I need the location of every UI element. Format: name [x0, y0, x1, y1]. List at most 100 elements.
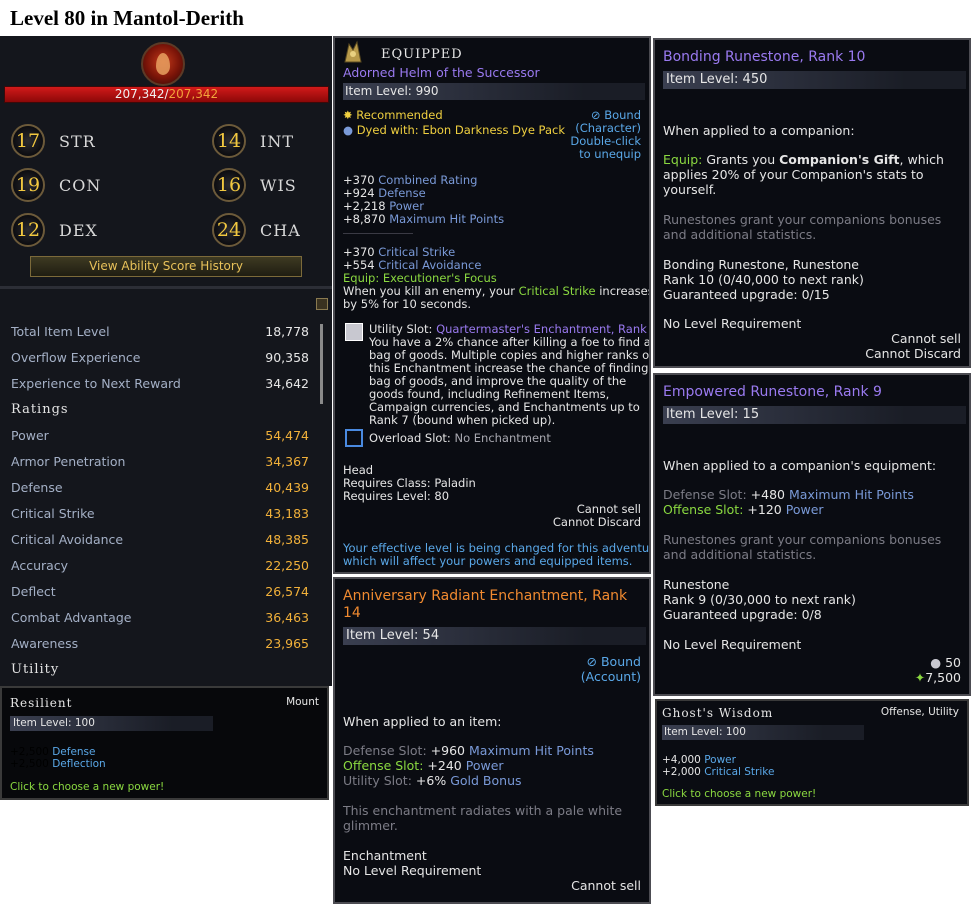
stat-row: Combat Advantage 36,463 — [11, 610, 309, 636]
level-requirement: No Level Requirement — [663, 316, 802, 331]
stats-list: Total Item Level 18,778 Overflow Experien… — [11, 324, 309, 686]
utility-enchant-icon — [345, 323, 363, 341]
stat-value: 90,358 — [265, 350, 309, 365]
stat-label: Total Item Level — [11, 324, 110, 339]
view-ability-history-button[interactable]: View Ability Score History — [30, 256, 302, 277]
ghosts-wisdom-tooltip: Ghost's Wisdom Offense, Utility Item Lev… — [655, 699, 969, 806]
applied-heading: When applied to an item: — [343, 714, 502, 729]
ability-name: CHA — [260, 221, 301, 240]
silver-coin-icon: ● — [930, 655, 942, 670]
stats-scrollbar[interactable] — [316, 298, 328, 408]
stat-value: 23,965 — [265, 636, 309, 651]
enchantment-tooltip: Anniversary Radiant Enchantment, Rank 14… — [333, 577, 651, 904]
utility-desc-line: bag of goods, and improve the quality of… — [369, 374, 627, 388]
star-icon: ✸ — [343, 108, 353, 122]
divider — [343, 233, 413, 234]
page-title: Level 80 in Mantol-Derith — [10, 6, 244, 30]
bound-type: (Account) — [580, 669, 641, 684]
item-name: Bonding Runestone, Rank 10 — [663, 49, 866, 65]
utility-heading: Utility — [11, 662, 60, 677]
ability-score: 16 — [212, 168, 246, 202]
rank-progress: Rank 10 (0/40,000 to next rank) — [663, 272, 864, 287]
item-level-bar: Item Level: 15 — [663, 406, 966, 424]
item-level-bar: Item Level: 450 — [663, 71, 966, 89]
choose-power-link[interactable]: Click to choose a new power! — [10, 781, 164, 793]
stat-value: 18,778 — [265, 324, 309, 339]
utility-desc-line: Campaign currencies, and Enchantments up… — [369, 400, 640, 414]
stat-line: +370 Combined Rating — [343, 173, 478, 187]
item-level-bar: Item Level: 990 — [343, 83, 645, 100]
stat-row: Power 54,474 — [11, 428, 309, 454]
silver-price: ● 50 — [930, 655, 961, 670]
cannot-discard: Cannot Discard — [552, 515, 641, 529]
ability-name: WIS — [260, 176, 297, 195]
resilient-power-tooltip: Resilient Mount Item Level: 100 +2,500 D… — [0, 686, 329, 800]
unequip-hint: Double-click — [570, 134, 641, 148]
stat-row: Defense 40,439 — [11, 480, 309, 506]
stat-value: 40,439 — [265, 480, 309, 495]
bound-icon: ⊘ — [586, 654, 597, 669]
equip-power: Equip: Executioner's Focus — [343, 271, 497, 285]
stat-value: 54,474 — [265, 428, 309, 443]
item-name: Adorned Helm of the Successor — [343, 65, 540, 80]
item-slot: Head — [343, 463, 374, 477]
recommended-line: ✸ Recommended — [343, 108, 443, 122]
helm-item-icon — [339, 40, 369, 64]
stat-label: Experience to Next Reward — [11, 376, 181, 391]
class-emblem-icon — [141, 42, 185, 86]
ability-score: 19 — [11, 168, 45, 202]
power-name: Resilient — [10, 696, 73, 710]
stat-row: Awareness 23,965 — [11, 636, 309, 662]
power-type: Offense, Utility — [880, 706, 959, 718]
stat-row: Overflow Experience 90,358 — [11, 350, 309, 376]
utility-slot: Utility Slot: Quartermaster's Enchantmen… — [369, 322, 651, 336]
rank-progress: Rank 9 (0/30,000 to next rank) — [663, 592, 856, 607]
stat-row: Experience to Next Reward 34,642 — [11, 376, 309, 402]
ability-name: STR — [59, 132, 96, 151]
flavor-text: glimmer. — [343, 818, 398, 833]
stat-label: Deflect — [11, 584, 56, 599]
bound-status: ⊘ Bound — [590, 108, 641, 122]
equip-description: When you kill an enemy, your Critical St… — [343, 284, 651, 298]
flavor-text: This enchantment radiates with a pale wh… — [343, 803, 623, 818]
hp-max: 207,342 — [168, 87, 219, 101]
equip-line: Equip: Grants you Companion's Gift, whic… — [663, 152, 944, 167]
item-type: Bonding Runestone, Runestone — [663, 257, 859, 272]
choose-power-link[interactable]: Click to choose a new power! — [662, 788, 816, 800]
applied-heading: When applied to a companion: — [663, 123, 855, 138]
ability-score: 17 — [11, 124, 45, 158]
offense-slot: Offense Slot: +120 Power — [663, 502, 824, 517]
utility-desc-line: goods found, including Refinement Items, — [369, 387, 610, 401]
item-level-bar: Item Level: 100 — [10, 716, 213, 731]
stat-value: 34,642 — [265, 376, 309, 391]
stat-line: +924 Defense — [343, 186, 426, 200]
stat-label: Armor Penetration — [11, 454, 126, 469]
scroll-up-button[interactable] — [316, 298, 328, 310]
ability-name: INT — [260, 132, 294, 151]
utility-desc-line: bag of goods. Multiple copies and higher… — [369, 348, 651, 362]
stat-label: Critical Avoidance — [11, 532, 124, 547]
flavor-text: and additional statistics. — [663, 227, 817, 242]
stat-line: +370 Critical Strike — [343, 245, 456, 259]
utility-desc-line: this Enchantment increase the chance of … — [369, 361, 651, 375]
utility-desc-line: You have a 2% chance after killing a foe… — [369, 335, 651, 349]
overload-slot: Overload Slot: No Enchantment — [369, 431, 551, 445]
astral-diamond-price: ✦7,500 — [914, 670, 961, 685]
bound-status: ⊘ Bound — [586, 654, 641, 669]
bound-type: (Character) — [575, 121, 641, 135]
stat-value: 22,250 — [265, 558, 309, 573]
stat-row: Critical Avoidance 48,385 — [11, 532, 309, 558]
equip-line: yourself. — [663, 182, 717, 197]
item-name-rank: 14 — [343, 605, 361, 621]
ability-name: DEX — [59, 221, 98, 240]
applied-heading: When applied to a companion's equipment: — [663, 458, 937, 473]
flavor-text: Runestones grant your companions bonuses — [663, 212, 942, 227]
bonding-runestone-tooltip: Bonding Runestone, Rank 10 Item Level: 4… — [653, 38, 971, 368]
ability-score: 12 — [11, 213, 45, 247]
equipped-header: Equipped — [381, 47, 463, 62]
stat-label: Combat Advantage — [11, 610, 132, 625]
item-level-bar: Item Level: 100 — [662, 725, 864, 740]
level-requirement: No Level Requirement — [343, 863, 482, 878]
scroll-thumb[interactable] — [320, 324, 323, 404]
item-level-bar: Item Level: 54 — [343, 627, 646, 645]
